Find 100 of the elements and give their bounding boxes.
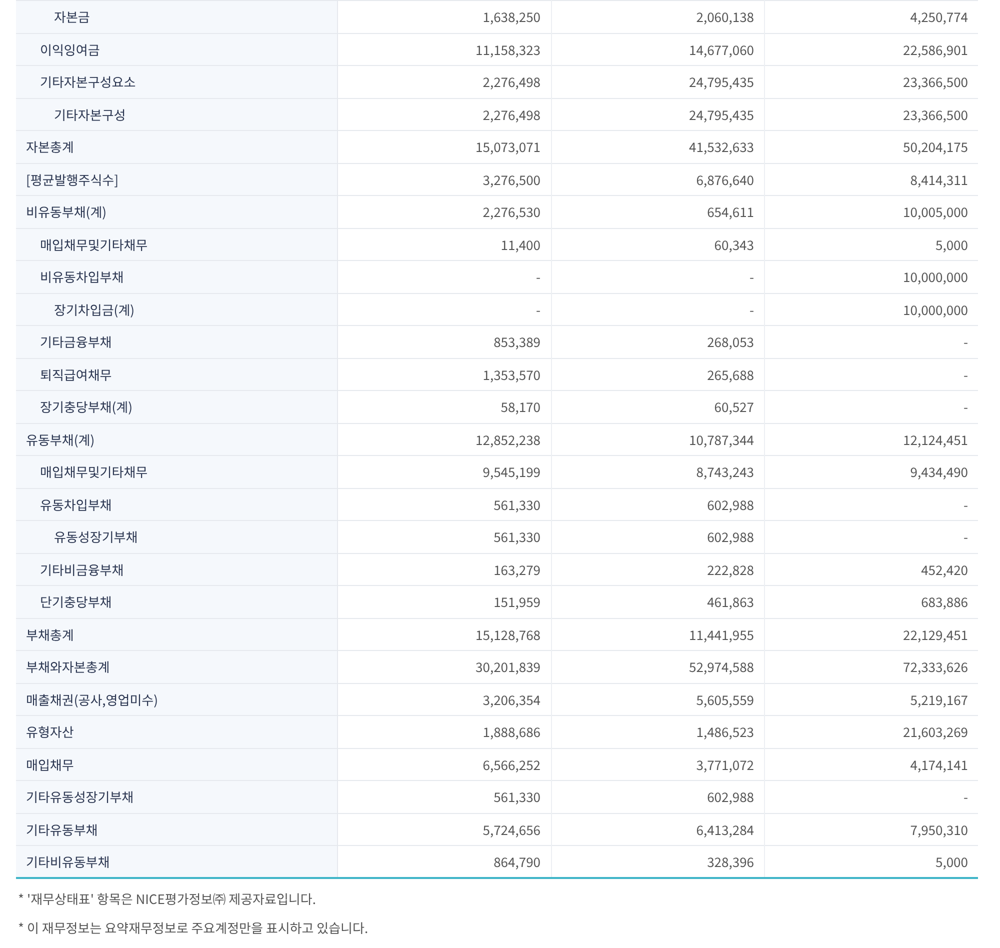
table-cell: 6,566,252 bbox=[338, 748, 551, 780]
table-cell: 24,795,435 bbox=[551, 98, 764, 130]
row-label: 비유동차입부채 bbox=[16, 260, 338, 293]
table-cell: 853,389 bbox=[338, 326, 551, 358]
table-cell: 3,206,354 bbox=[338, 683, 551, 716]
table-cell: 14,677,060 bbox=[551, 33, 764, 66]
table-cell: 2,276,530 bbox=[338, 196, 551, 228]
table-cell: 11,441,955 bbox=[551, 618, 764, 650]
table-cell: 50,204,175 bbox=[764, 130, 978, 163]
table-cell: 9,545,199 bbox=[338, 456, 551, 488]
table-cell: 24,795,435 bbox=[551, 66, 764, 98]
table-cell: 265,688 bbox=[551, 358, 764, 390]
table-cell: 11,158,323 bbox=[338, 33, 551, 66]
table-cell: 2,276,498 bbox=[338, 98, 551, 130]
row-label: [평균발행주식수] bbox=[16, 163, 338, 196]
table-cell: 41,532,633 bbox=[551, 130, 764, 163]
table-cell: 60,527 bbox=[551, 390, 764, 423]
table-cell: 11,400 bbox=[338, 228, 551, 260]
table-cell: 1,888,686 bbox=[338, 716, 551, 748]
table-cell: 2,276,498 bbox=[338, 66, 551, 98]
table-cell: 4,250,774 bbox=[764, 0, 978, 33]
table-cell: 5,219,167 bbox=[764, 683, 978, 716]
table-cell: 30,201,839 bbox=[338, 650, 551, 683]
table-cell: 5,605,559 bbox=[551, 683, 764, 716]
table-cell: 7,950,310 bbox=[764, 813, 978, 846]
table-cell: 52,974,588 bbox=[551, 650, 764, 683]
table-cell: 4,174,141 bbox=[764, 748, 978, 780]
table-cell: 8,414,311 bbox=[764, 163, 978, 196]
table-cell: 268,053 bbox=[551, 326, 764, 358]
table-cell: 9,434,490 bbox=[764, 456, 978, 488]
table-cell: 864,790 bbox=[338, 846, 551, 878]
table-cell: - bbox=[764, 326, 978, 358]
table-cell: 23,366,500 bbox=[764, 66, 978, 98]
footnote: * 이 재무정보는 요약재무정보로 주요계정만을 표시하고 있습니다. bbox=[18, 918, 370, 937]
row-label: 기타자본구성 bbox=[16, 98, 338, 130]
table-cell: - bbox=[551, 293, 764, 326]
table-cell: 561,330 bbox=[338, 780, 551, 813]
table-cell: 3,771,072 bbox=[551, 748, 764, 780]
table-cell: 10,000,000 bbox=[764, 260, 978, 293]
table-cell: 2,060,138 bbox=[551, 0, 764, 33]
row-label: 기타유동성장기부채 bbox=[16, 780, 338, 813]
row-label: 유동부채(계) bbox=[16, 423, 338, 456]
table-cell: 3,276,500 bbox=[338, 163, 551, 196]
row-label: 매입채무및기타채무 bbox=[16, 456, 338, 488]
row-label: 부채총계 bbox=[16, 618, 338, 650]
row-label: 장기차입금(계) bbox=[16, 293, 338, 326]
table-cell: 72,333,626 bbox=[764, 650, 978, 683]
table-cell: 222,828 bbox=[551, 553, 764, 586]
table-cell: 5,724,656 bbox=[338, 813, 551, 846]
table-cell: - bbox=[551, 260, 764, 293]
table-cell: 10,000,000 bbox=[764, 293, 978, 326]
row-label: 유동성장기부채 bbox=[16, 520, 338, 553]
table-cell: 461,863 bbox=[551, 586, 764, 618]
table-cell: - bbox=[764, 390, 978, 423]
table-cell: 21,603,269 bbox=[764, 716, 978, 748]
table-cell: - bbox=[338, 260, 551, 293]
table-cell: 602,988 bbox=[551, 780, 764, 813]
table-cell: - bbox=[764, 780, 978, 813]
row-label: 단기충당부채 bbox=[16, 586, 338, 618]
table-cell: 6,876,640 bbox=[551, 163, 764, 196]
row-label: 부채와자본총계 bbox=[16, 650, 338, 683]
table-cell: 1,638,250 bbox=[338, 0, 551, 33]
table-cell: 654,611 bbox=[551, 196, 764, 228]
table-cell: 602,988 bbox=[551, 520, 764, 553]
row-label: 매입채무 bbox=[16, 748, 338, 780]
row-label: 장기충당부채(계) bbox=[16, 390, 338, 423]
table-cell: 561,330 bbox=[338, 488, 551, 520]
row-label: 자본총계 bbox=[16, 130, 338, 163]
row-label: 퇴직급여채무 bbox=[16, 358, 338, 390]
row-label: 기타유동부채 bbox=[16, 813, 338, 846]
table-cell: 58,170 bbox=[338, 390, 551, 423]
table-cell: 10,005,000 bbox=[764, 196, 978, 228]
row-label: 유형자산 bbox=[16, 716, 338, 748]
table-cell: 15,128,768 bbox=[338, 618, 551, 650]
row-label: 기타금융부채 bbox=[16, 326, 338, 358]
table-cell: 452,420 bbox=[764, 553, 978, 586]
row-label: 기타자본구성요소 bbox=[16, 66, 338, 98]
table-cell: 6,413,284 bbox=[551, 813, 764, 846]
row-label: 기타비유동부채 bbox=[16, 846, 338, 878]
table-cell: 22,129,451 bbox=[764, 618, 978, 650]
footnote: * '재무상태표' 항목은 NICE평가정보㈜ 제공자료입니다. bbox=[18, 889, 317, 908]
row-label: 자본금 bbox=[16, 0, 338, 33]
table-cell: 5,000 bbox=[764, 846, 978, 878]
row-label: 매입채무및기타채무 bbox=[16, 228, 338, 260]
table-cell: 15,073,071 bbox=[338, 130, 551, 163]
row-label: 기타비금융부채 bbox=[16, 553, 338, 586]
table-cell: 5,000 bbox=[764, 228, 978, 260]
table-cell: 163,279 bbox=[338, 553, 551, 586]
row-label: 이익잉여금 bbox=[16, 33, 338, 66]
table-cell: 10,787,344 bbox=[551, 423, 764, 456]
table-cell: - bbox=[764, 358, 978, 390]
table-cell: - bbox=[764, 520, 978, 553]
row-label: 매출채권(공사,영업미수) bbox=[16, 683, 338, 716]
table-cell: 561,330 bbox=[338, 520, 551, 553]
row-label: 유동차입부채 bbox=[16, 488, 338, 520]
table-cell: 151,959 bbox=[338, 586, 551, 618]
table-cell: 683,886 bbox=[764, 586, 978, 618]
table-cell: 23,366,500 bbox=[764, 98, 978, 130]
table-cell: 22,586,901 bbox=[764, 33, 978, 66]
table-cell: - bbox=[764, 488, 978, 520]
